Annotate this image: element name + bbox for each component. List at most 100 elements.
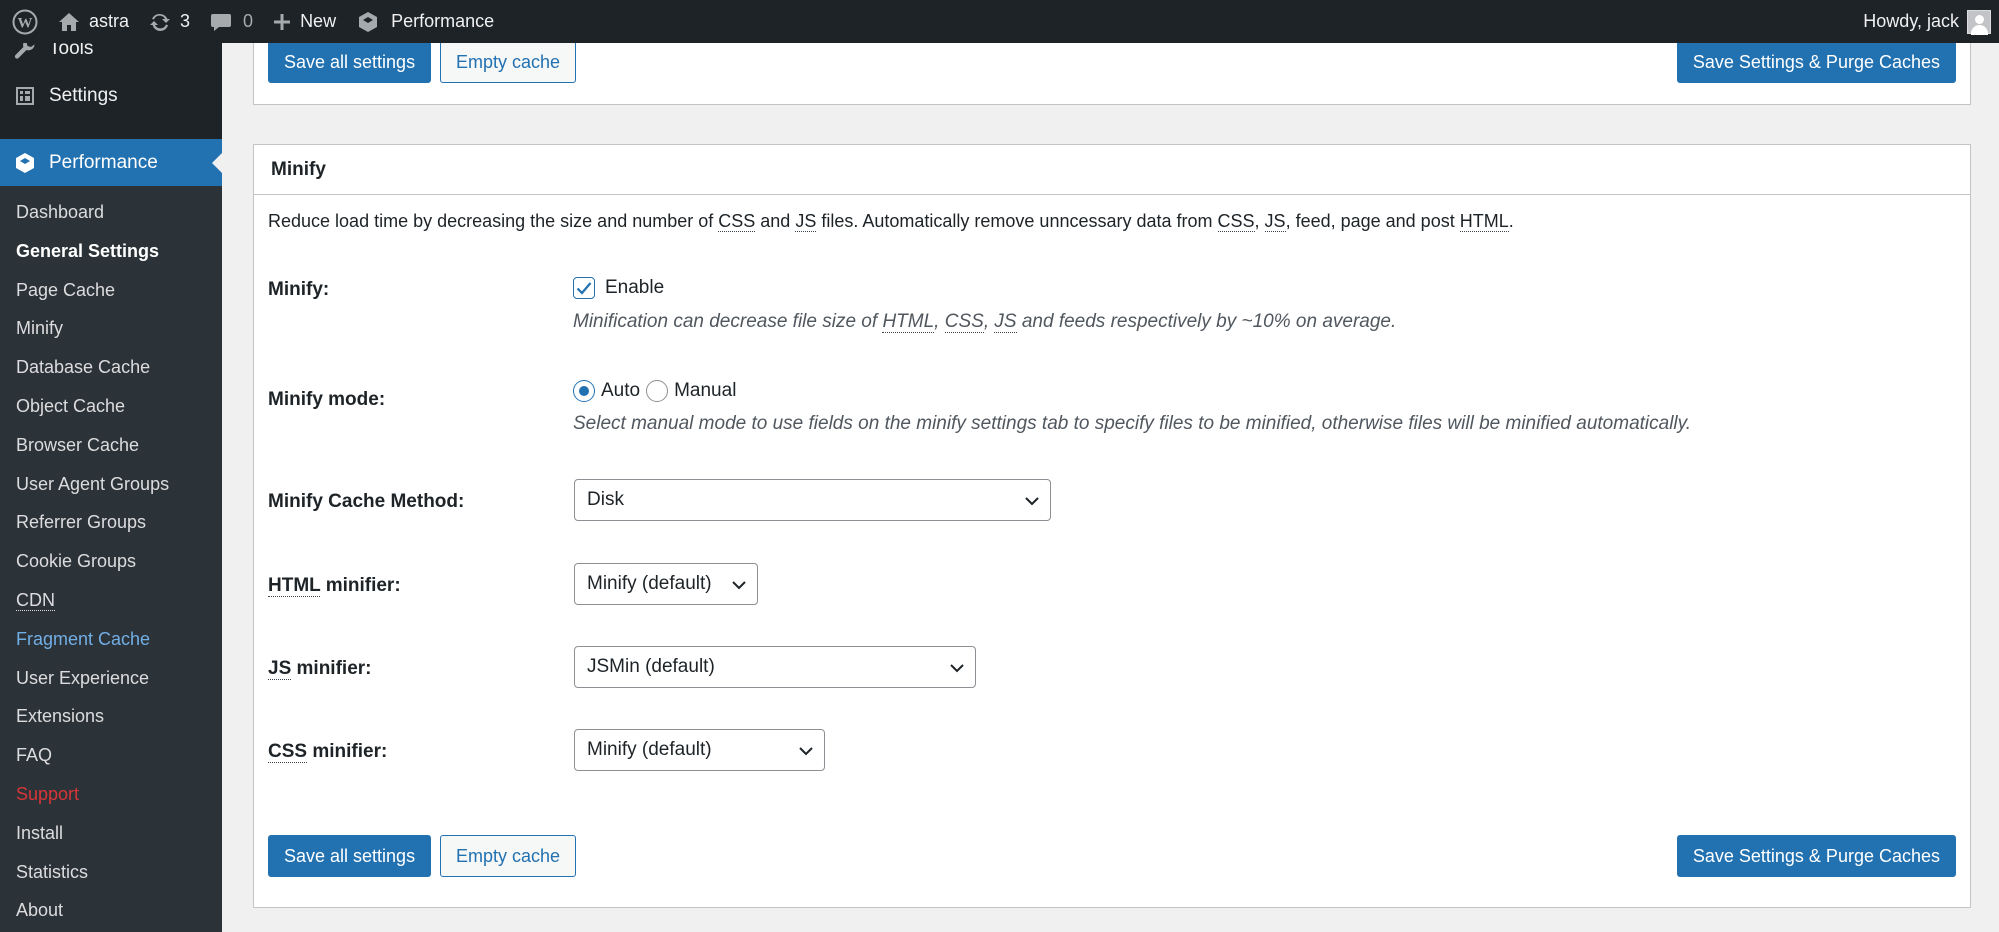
performance-menu[interactable]: Performance	[346, 0, 504, 43]
minify-mode-auto-label: Auto	[601, 380, 641, 401]
submenu-cdn[interactable]: CDN	[0, 581, 222, 620]
minify-enable-checkbox[interactable]	[573, 277, 595, 299]
hint-text: Minification can decrease file size of	[573, 311, 883, 332]
wordpress-logo-icon[interactable]: W	[2, 0, 48, 43]
submenu-page-cache[interactable]: Page Cache	[0, 271, 222, 310]
hint-abbr-js: JS	[994, 311, 1017, 333]
hint-text: and feeds respectively by ~10% on averag…	[1016, 311, 1397, 332]
desc-abbr-js: JS	[795, 211, 817, 232]
comments-menu[interactable]: 0	[200, 0, 263, 43]
performance-label: Performance	[391, 11, 495, 31]
desc-text: files. Automatically remove unncessary d…	[816, 211, 1218, 231]
site-name: astra	[89, 11, 130, 31]
submenu-general-settings[interactable]: General Settings	[0, 232, 222, 271]
minify-mode-label: Minify mode:	[268, 389, 386, 410]
desc-abbr-html: HTML	[1459, 211, 1509, 232]
submenu-support[interactable]: Support	[0, 775, 222, 814]
submenu-dashboard[interactable]: Dashboard	[0, 193, 222, 232]
chevron-down-icon	[1025, 497, 1039, 506]
desc-text: and	[755, 211, 796, 231]
minify-settings-box: Minify Reduce load time by decreasing th…	[253, 144, 1971, 908]
minify-mode-manual-option[interactable]: Manual	[646, 380, 736, 402]
cache-method-select[interactable]: Disk	[574, 479, 1051, 521]
js-minifier-value: JSMin (default)	[587, 656, 715, 677]
desc-abbr-js: JS	[1264, 211, 1286, 232]
howdy-text: Howdy, jack	[1863, 11, 1959, 31]
desc-text: ,	[1254, 211, 1265, 231]
menu-item-performance[interactable]: Performance	[0, 139, 222, 186]
svg-text:W: W	[18, 15, 33, 31]
minify-mode-manual-label: Manual	[674, 380, 737, 401]
minify-enable-checkbox-row[interactable]: Enable	[573, 277, 664, 299]
css-minifier-suffix: minifier:	[307, 741, 388, 762]
home-icon	[58, 12, 80, 32]
minify-mode-radios: Auto Manual	[573, 380, 736, 402]
submenu-user-experience[interactable]: User Experience	[0, 659, 222, 698]
plus-icon	[273, 13, 291, 31]
performance-icon	[0, 152, 49, 174]
empty-cache-button-top[interactable]: Empty cache	[440, 41, 577, 83]
js-minifier-label: JS minifier:	[268, 658, 371, 680]
submenu-faq[interactable]: FAQ	[0, 736, 222, 775]
submenu-object-cache[interactable]: Object Cache	[0, 387, 222, 426]
css-minifier-select[interactable]: Minify (default)	[574, 729, 825, 771]
site-name-menu[interactable]: astra	[48, 0, 139, 43]
desc-text: .	[1508, 211, 1514, 231]
desc-abbr-css: CSS	[718, 211, 756, 232]
updates-icon	[149, 11, 171, 33]
updates-menu[interactable]: 3	[139, 0, 200, 43]
submenu-cookie-groups[interactable]: Cookie Groups	[0, 542, 222, 581]
save-purge-button-top[interactable]: Save Settings & Purge Caches	[1676, 41, 1956, 83]
checkmark-icon	[576, 282, 592, 295]
minify-label: Minify:	[268, 279, 330, 300]
hint-text: ,	[934, 311, 945, 332]
performance-submenu: Dashboard General Settings Page Cache Mi…	[0, 186, 222, 932]
submenu-minify[interactable]: Minify	[0, 309, 222, 348]
submenu-browser-cache[interactable]: Browser Cache	[0, 426, 222, 465]
save-all-settings-button-top[interactable]: Save all settings	[268, 41, 432, 83]
menu-item-settings[interactable]: Settings	[0, 72, 222, 119]
my-account-menu[interactable]: Howdy, jack	[1853, 0, 1999, 43]
empty-cache-button[interactable]: Empty cache	[440, 835, 577, 877]
hint-text: ,	[983, 311, 995, 332]
main-content: Save all settings Empty cache Save Setti…	[222, 33, 1999, 932]
desc-text: Reduce load time by decreasing the size …	[268, 211, 719, 231]
submenu-statistics[interactable]: Statistics	[0, 853, 222, 892]
previous-settings-box: Save all settings Empty cache Save Setti…	[253, 33, 1971, 105]
save-all-settings-button[interactable]: Save all settings	[268, 835, 432, 877]
avatar	[1967, 9, 1991, 35]
js-minifier-abbr: JS	[268, 658, 292, 680]
menu-label-performance: Performance	[49, 151, 158, 173]
html-minifier-label: HTML minifier:	[268, 575, 401, 597]
submenu-extensions[interactable]: Extensions	[0, 697, 222, 736]
minify-mode-manual-radio[interactable]	[646, 380, 669, 402]
css-minifier-abbr: CSS	[268, 741, 308, 763]
js-minifier-select[interactable]: JSMin (default)	[574, 646, 976, 688]
new-label: New	[300, 11, 337, 31]
minify-mode-auto-option[interactable]: Auto	[573, 380, 640, 402]
html-minifier-value: Minify (default)	[587, 573, 712, 594]
updates-count: 3	[180, 11, 191, 31]
save-purge-caches-button[interactable]: Save Settings & Purge Caches	[1676, 835, 1956, 877]
submenu-cdn-label: CDN	[16, 589, 55, 611]
cache-method-value: Disk	[587, 489, 624, 510]
minify-mode-auto-radio[interactable]	[573, 380, 595, 402]
settings-icon	[0, 86, 49, 106]
js-minifier-suffix: minifier:	[291, 658, 372, 679]
submenu-database-cache[interactable]: Database Cache	[0, 348, 222, 387]
admin-bar: W astra 3 0 New Performance Howdy, jack	[0, 0, 1999, 43]
minify-description: Reduce load time by decreasing the size …	[268, 211, 1514, 232]
submenu-about[interactable]: About	[0, 891, 222, 930]
minify-hint: Minification can decrease file size of H…	[573, 311, 1396, 333]
html-minifier-select[interactable]: Minify (default)	[574, 563, 758, 605]
submenu-user-agent-groups[interactable]: User Agent Groups	[0, 465, 222, 504]
chevron-down-icon	[732, 581, 746, 590]
desc-abbr-css: CSS	[1217, 211, 1255, 232]
submenu-install[interactable]: Install	[0, 814, 222, 853]
cache-method-label: Minify Cache Method:	[268, 491, 465, 512]
submenu-referrer-groups[interactable]: Referrer Groups	[0, 503, 222, 542]
desc-text: , feed, page and post	[1285, 211, 1460, 231]
chevron-down-icon	[950, 664, 964, 673]
new-content-menu[interactable]: New	[263, 0, 346, 43]
submenu-fragment-cache[interactable]: Fragment Cache	[0, 620, 222, 659]
